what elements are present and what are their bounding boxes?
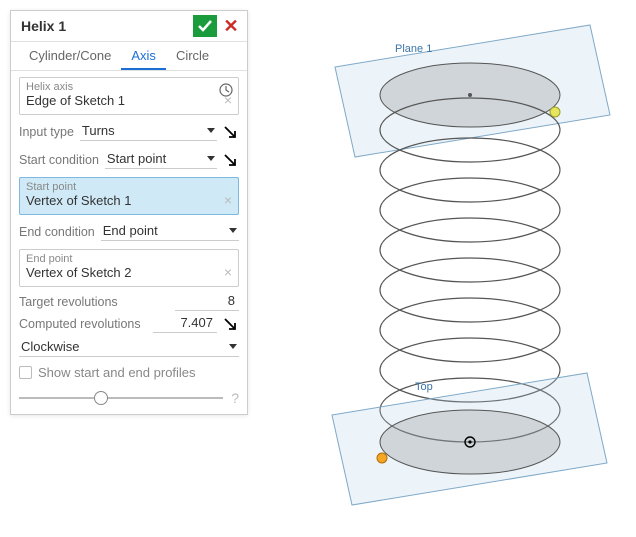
chevron-down-icon	[229, 228, 237, 233]
start-point-label: Start point	[26, 181, 232, 193]
input-type-label: Input type	[19, 125, 74, 139]
input-type-select[interactable]: Turns	[80, 122, 217, 141]
target-revolutions-label: Target revolutions	[19, 295, 175, 309]
show-profiles-row[interactable]: Show start and end profiles	[19, 365, 239, 380]
chevron-down-icon	[207, 156, 215, 161]
accept-button[interactable]	[193, 15, 217, 37]
helix-axis-value: Edge of Sketch 1	[26, 93, 232, 110]
panel-title: Helix 1	[21, 18, 193, 34]
clock-icon[interactable]	[218, 82, 234, 101]
show-profiles-label: Show start and end profiles	[38, 365, 196, 380]
panel-header: Helix 1 ✕	[11, 11, 247, 42]
helix-axis-label: Helix axis	[26, 81, 232, 93]
end-point-value: Vertex of Sketch 2	[26, 265, 232, 282]
input-type-value: Turns	[82, 123, 115, 138]
end-condition-row: End condition End point	[19, 221, 239, 243]
computed-revolutions-value: 7.407	[153, 315, 217, 333]
computed-revolutions-row: Computed revolutions 7.407	[19, 315, 239, 333]
check-icon	[197, 19, 213, 33]
tab-axis[interactable]: Axis	[121, 42, 166, 70]
opacity-slider[interactable]	[19, 391, 223, 405]
end-point-field[interactable]: End point Vertex of Sketch 2 ×	[19, 249, 239, 287]
slider-row: ?	[19, 390, 239, 406]
plane-top-label: Plane 1	[395, 43, 432, 55]
panel-body: Helix axis Edge of Sketch 1 × Input type…	[11, 71, 247, 414]
target-revolutions-row: Target revolutions 8	[19, 293, 239, 311]
chevron-down-icon	[207, 128, 215, 133]
chevron-down-icon	[229, 344, 237, 349]
flip-computed-button[interactable]	[221, 315, 239, 333]
slider-thumb[interactable]	[94, 391, 108, 405]
flip-icon	[223, 317, 237, 331]
clear-icon[interactable]: ×	[224, 264, 232, 280]
start-point-field[interactable]: Start point Vertex of Sketch 1 ×	[19, 177, 239, 215]
flip-icon	[223, 125, 237, 139]
end-condition-label: End condition	[19, 225, 95, 239]
end-point-label: End point	[26, 253, 232, 265]
close-icon: ✕	[223, 16, 238, 37]
slider-track	[19, 397, 223, 399]
plane-bottom-label: Top	[415, 381, 433, 393]
viewport-svg: Plane 1 Top	[270, 10, 630, 530]
helix-axis-field[interactable]: Helix axis Edge of Sketch 1 ×	[19, 77, 239, 115]
helix-end-vertex[interactable]	[377, 453, 387, 463]
direction-select[interactable]: Clockwise	[19, 338, 239, 357]
tab-bar: Cylinder/Cone Axis Circle	[11, 42, 247, 71]
end-condition-select[interactable]: End point	[101, 222, 239, 241]
flip-start-condition-button[interactable]	[221, 151, 239, 169]
input-type-row: Input type Turns	[19, 121, 239, 143]
viewport[interactable]: Plane 1 Top	[270, 10, 630, 530]
tab-circle[interactable]: Circle	[166, 42, 219, 70]
start-condition-row: Start condition Start point	[19, 149, 239, 171]
cancel-button[interactable]: ✕	[221, 15, 241, 37]
flip-icon	[223, 153, 237, 167]
helix-top-center	[468, 93, 472, 97]
start-point-value: Vertex of Sketch 1	[26, 193, 232, 210]
start-condition-select[interactable]: Start point	[105, 150, 217, 169]
end-condition-value: End point	[103, 223, 158, 238]
target-revolutions-input[interactable]: 8	[175, 293, 239, 311]
direction-value: Clockwise	[21, 339, 80, 354]
helix-start-vertex[interactable]	[550, 107, 560, 117]
tab-cylinder-cone[interactable]: Cylinder/Cone	[19, 42, 121, 70]
computed-revolutions-label: Computed revolutions	[19, 317, 153, 331]
clear-icon[interactable]: ×	[224, 192, 232, 208]
start-condition-label: Start condition	[19, 153, 99, 167]
flip-input-type-button[interactable]	[221, 123, 239, 141]
direction-row: Clockwise	[19, 337, 239, 359]
show-profiles-checkbox[interactable]	[19, 366, 32, 379]
start-condition-value: Start point	[107, 151, 166, 166]
help-icon[interactable]: ?	[231, 390, 239, 406]
helix-feature-panel: Helix 1 ✕ Cylinder/Cone Axis Circle Heli…	[10, 10, 248, 415]
